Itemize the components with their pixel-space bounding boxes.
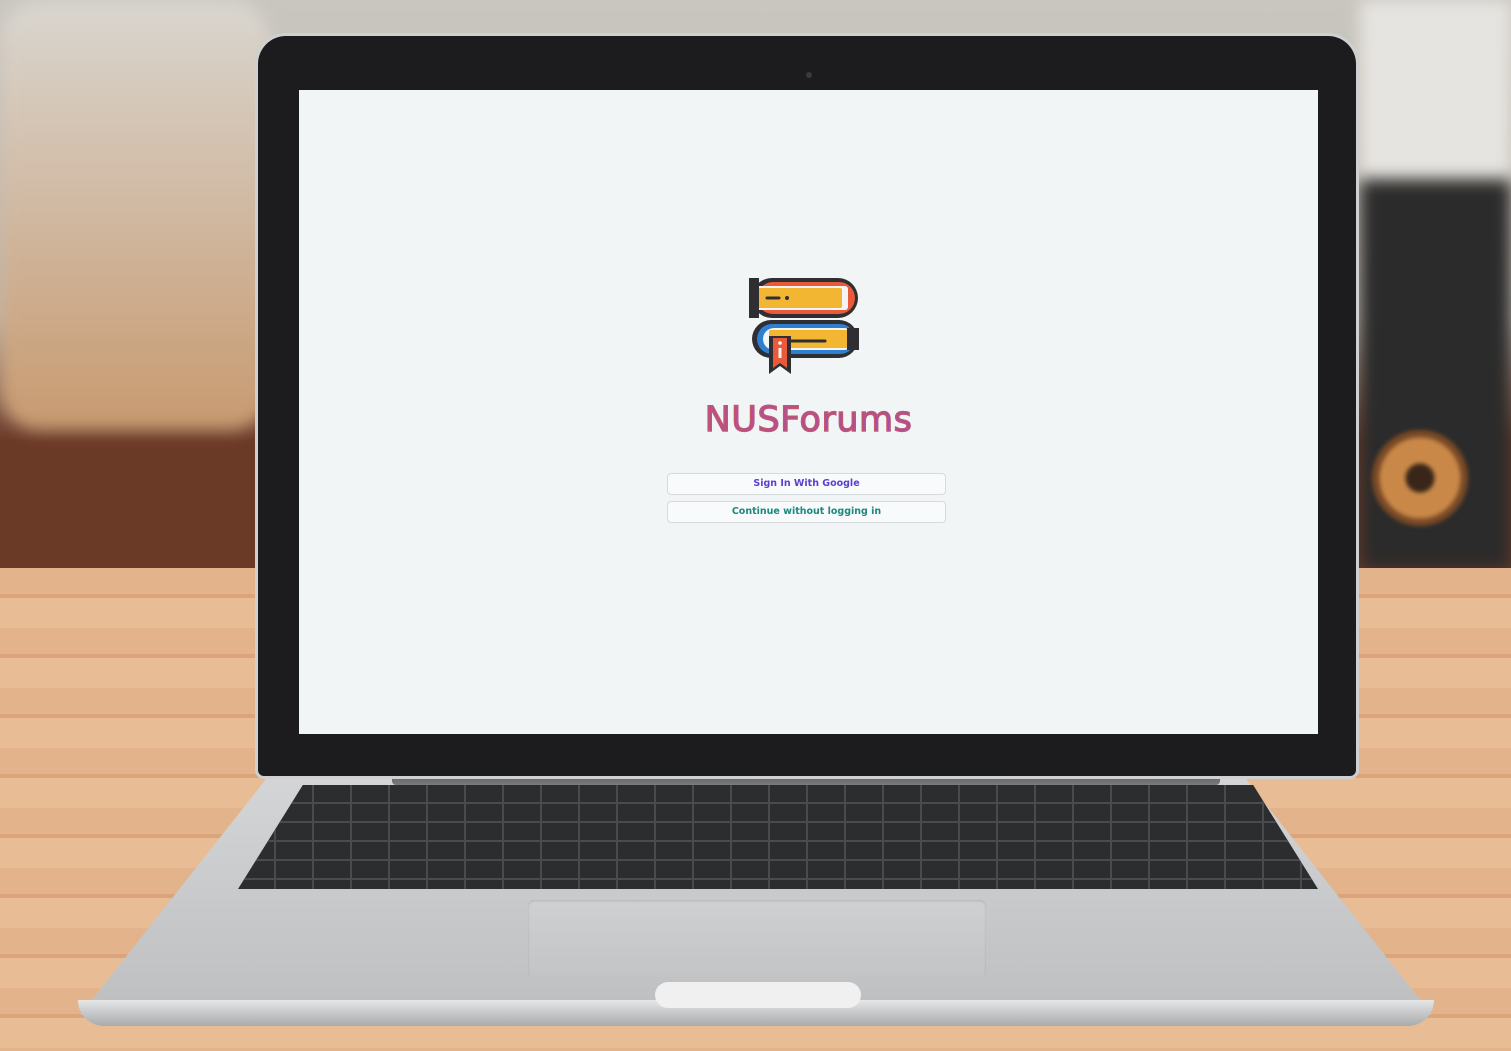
background-blur-right-top bbox=[1360, 0, 1511, 180]
laptop-keyboard bbox=[238, 785, 1318, 889]
stacked-books-icon bbox=[749, 278, 859, 374]
google-sign-in-button[interactable]: Sign In With Google bbox=[667, 473, 946, 495]
background-donut bbox=[1372, 430, 1468, 526]
laptop-lid: NUSForums Sign In With Google Continue w… bbox=[258, 36, 1356, 776]
laptop-screen: NUSForums Sign In With Google Continue w… bbox=[299, 90, 1318, 734]
continue-without-login-button[interactable]: Continue without logging in bbox=[667, 501, 946, 523]
laptop-trackpad bbox=[528, 900, 986, 978]
laptop-lid-notch bbox=[655, 982, 861, 1008]
background-blur-left bbox=[0, 0, 270, 430]
login-page: NUSForums Sign In With Google Continue w… bbox=[299, 90, 1318, 734]
brand-title: NUSForums bbox=[299, 399, 1318, 440]
webcam bbox=[806, 72, 812, 78]
